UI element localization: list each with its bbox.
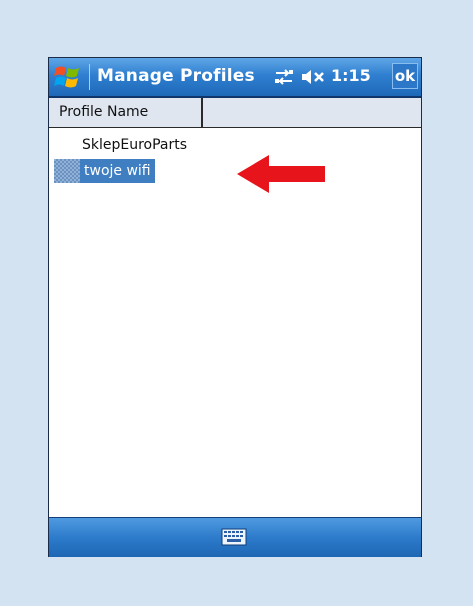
selection-marker (54, 159, 80, 183)
menu-bar (49, 517, 421, 557)
connectivity-icon[interactable] (273, 68, 295, 86)
list-header: Profile Name (49, 98, 421, 128)
keyboard-icon[interactable] (221, 528, 247, 546)
profile-name: SklepEuroParts (82, 137, 188, 153)
column-header-profile-name[interactable]: Profile Name (49, 98, 203, 127)
column-header-blank[interactable] (203, 98, 421, 127)
profile-name: twoje wifi (80, 159, 155, 183)
title-separator (89, 64, 90, 90)
clock[interactable]: 1:15 (331, 66, 371, 85)
red-arrow-annotation (237, 155, 325, 193)
windows-start-icon (54, 66, 79, 88)
volume-muted-icon[interactable] (301, 69, 327, 85)
ok-button[interactable]: ok (392, 63, 418, 89)
title-bar: Manage Profiles 1:15 ok (49, 58, 421, 98)
start-button[interactable] (51, 61, 85, 93)
pocketpc-window: Manage Profiles 1:15 ok Profile Name Skl… (48, 57, 422, 557)
app-title: Manage Profiles (97, 66, 255, 86)
